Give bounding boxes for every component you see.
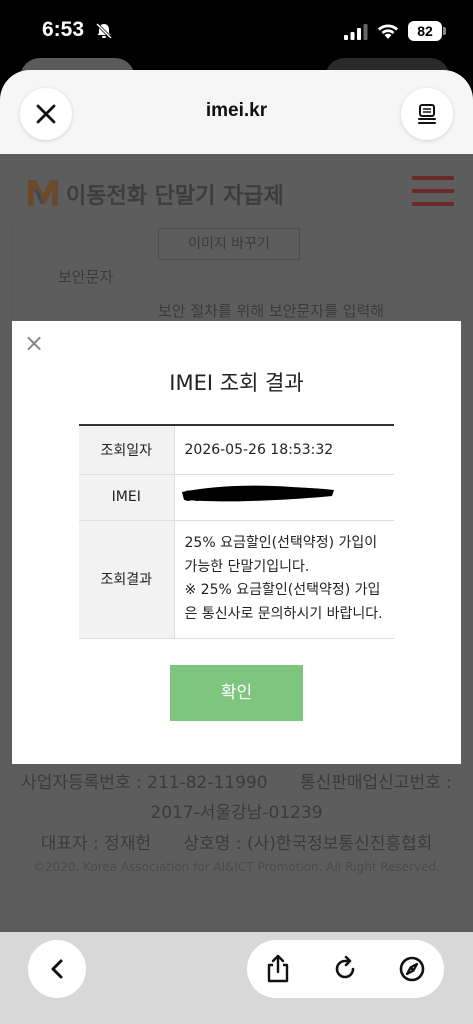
reader-icon: [418, 104, 436, 124]
battery-cap: [443, 27, 446, 35]
browser-sheet: imei.kr 이동전화 단말기 자급제 이미지 바꾸기 보안문자 보안 절차를…: [0, 70, 473, 1024]
compass-icon: [399, 956, 425, 982]
site-name: 이동전화 단말기 자급제: [66, 184, 284, 209]
signal-icon: [344, 24, 368, 40]
status-time: 6:53: [42, 18, 85, 41]
toolbar-actions: [247, 940, 444, 998]
result-label: 조회결과: [79, 520, 175, 639]
footer-representative: 대표자 : 정재헌 상호명 : (사)한국정보통신진흥협회: [40, 834, 433, 854]
site-logo-icon: [28, 180, 58, 206]
share-button[interactable]: [263, 954, 293, 984]
imei-result-modal: × IMEI 조회 결과 조회일자 2026-05-26 18:53:32 IM…: [12, 321, 461, 764]
result-value: 25% 요금할인(선택약정) 가입이 가능한 단말기입니다. ※ 25% 요금할…: [174, 520, 394, 639]
date-label: 조회일자: [79, 425, 175, 475]
date-value: 2026-05-26 18:53:32: [174, 425, 394, 475]
divider: [12, 224, 13, 324]
bell-off-icon: [95, 22, 113, 40]
wifi-icon: [378, 24, 398, 39]
footer-registration: 2017-서울강남-01239: [150, 803, 323, 823]
table-row: 조회결과 25% 요금할인(선택약정) 가입이 가능한 단말기입니다. ※ 25…: [79, 520, 394, 639]
status-bar: 6:53 82: [0, 0, 473, 60]
security-description: 보안 절차를 위해 보안문자를 입력해: [158, 302, 385, 320]
menu-icon[interactable]: [412, 176, 454, 206]
compass-button[interactable]: [397, 954, 427, 984]
back-button[interactable]: [28, 940, 86, 998]
share-icon: [267, 954, 289, 983]
image-change-button[interactable]: 이미지 바꾸기: [158, 228, 300, 260]
security-label: 보안문자: [58, 268, 114, 286]
sheet-header: imei.kr: [0, 70, 473, 154]
redaction-mark: [182, 485, 334, 502]
modal-close-icon[interactable]: ×: [24, 331, 44, 355]
bottom-toolbar: [0, 932, 473, 1024]
result-table: 조회일자 2026-05-26 18:53:32 IMEI 35 조회결과 25…: [79, 424, 394, 639]
reload-button[interactable]: [330, 954, 360, 984]
reader-mode-button[interactable]: [401, 88, 453, 140]
screen: 6:53 82 imei.kr 이동전화 단말기 자급제 이미지 바꾸기 보안문…: [0, 0, 473, 1024]
modal-title: IMEI 조회 결과: [169, 371, 304, 395]
footer-copyright: ©2020. Korea Association for AI&ICT Prom…: [32, 860, 441, 874]
back-icon: [51, 959, 63, 979]
reload-icon: [335, 956, 355, 979]
imei-label: IMEI: [79, 474, 175, 521]
confirm-button[interactable]: 확인: [170, 665, 303, 721]
battery-indicator: 82: [408, 21, 442, 41]
footer-business-number: 사업자등록번호 : 211-82-11990 통신판매업신고번호 :: [21, 773, 452, 793]
table-row: 조회일자 2026-05-26 18:53:32: [79, 425, 394, 475]
